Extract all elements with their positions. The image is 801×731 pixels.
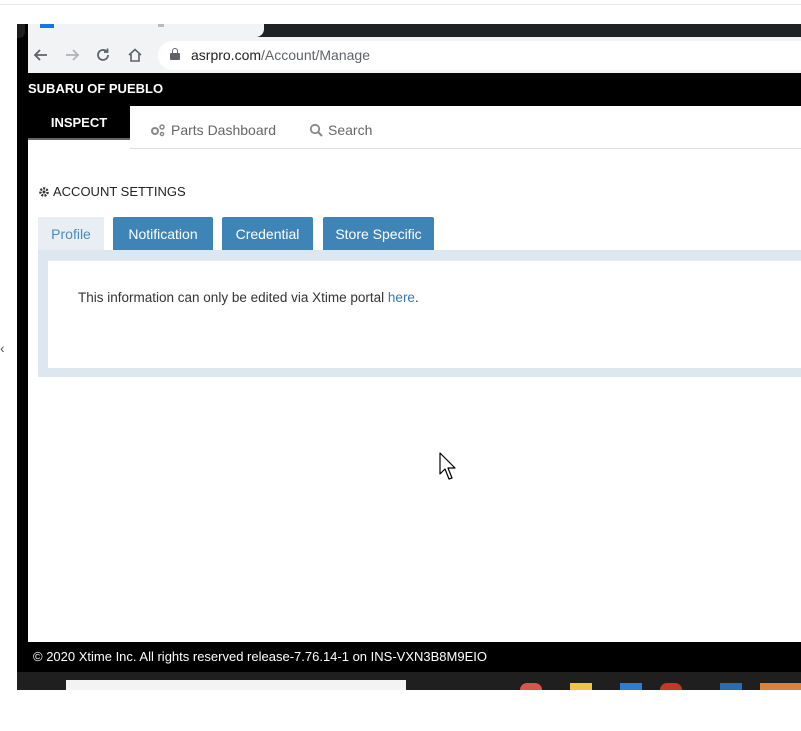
gears-icon bbox=[151, 124, 165, 137]
forward-arrow-icon[interactable] bbox=[61, 44, 83, 66]
top-divider bbox=[0, 4, 801, 5]
nav-parts-dashboard-label: Parts Dashboard bbox=[171, 122, 277, 138]
back-arrow-icon[interactable] bbox=[30, 44, 52, 66]
profile-panel-body bbox=[48, 260, 801, 368]
tab-credential[interactable]: Credential bbox=[222, 217, 313, 250]
home-icon[interactable] bbox=[124, 44, 146, 66]
inspect-tab-label: INSPECT bbox=[50, 115, 108, 130]
dealer-name: SUBARU OF PUEBLO bbox=[28, 81, 164, 96]
profile-info-message: This information can only be edited via … bbox=[78, 290, 419, 305]
taskbar-app-icon[interactable] bbox=[720, 683, 742, 690]
taskbar-app-icon[interactable] bbox=[570, 683, 592, 690]
tab-notification[interactable]: Notification bbox=[113, 217, 213, 250]
tab-store-specific[interactable]: Store Specific bbox=[323, 217, 434, 250]
taskbar-app-icon[interactable] bbox=[520, 683, 542, 690]
tab-title-fragment bbox=[158, 24, 164, 27]
reload-icon[interactable] bbox=[92, 44, 114, 66]
tab-store-specific-label: Store Specific bbox=[335, 225, 422, 242]
taskbar-app-icon[interactable] bbox=[760, 683, 801, 690]
search-icon bbox=[309, 123, 323, 137]
taskbar-app-icon[interactable] bbox=[620, 683, 642, 690]
account-settings-title: ACCOUNT SETTINGS bbox=[38, 184, 186, 199]
url-text[interactable]: asrpro.com/Account/Manage bbox=[191, 47, 370, 63]
lock-icon[interactable] bbox=[170, 48, 180, 60]
account-settings-label: ACCOUNT SETTINGS bbox=[53, 184, 186, 199]
taskbar-app-icon[interactable] bbox=[660, 683, 682, 690]
nav-parts-dashboard[interactable]: Parts Dashboard bbox=[150, 122, 276, 138]
tab-credential-label: Credential bbox=[235, 225, 300, 242]
resize-arrow-icon: ‹ bbox=[0, 340, 5, 356]
footer-copyright: © 2020 Xtime Inc. All rights reserved re… bbox=[33, 649, 487, 664]
favicon-icon bbox=[40, 24, 54, 28]
inspect-tab[interactable]: INSPECT bbox=[28, 106, 130, 140]
left-window-edge bbox=[17, 24, 28, 690]
tab-profile[interactable]: Profile bbox=[38, 217, 104, 250]
taskbar-search-box[interactable] bbox=[66, 680, 406, 690]
tab-notification-label: Notification bbox=[128, 225, 198, 242]
tab-profile-label: Profile bbox=[51, 225, 91, 242]
browser-tab[interactable] bbox=[28, 24, 264, 37]
mouse-cursor-icon bbox=[439, 452, 459, 487]
nav-search-label: Search bbox=[328, 122, 373, 138]
nav-search[interactable]: Search bbox=[309, 122, 372, 138]
xtime-portal-link[interactable]: here bbox=[388, 290, 415, 305]
gear-icon bbox=[39, 186, 49, 197]
